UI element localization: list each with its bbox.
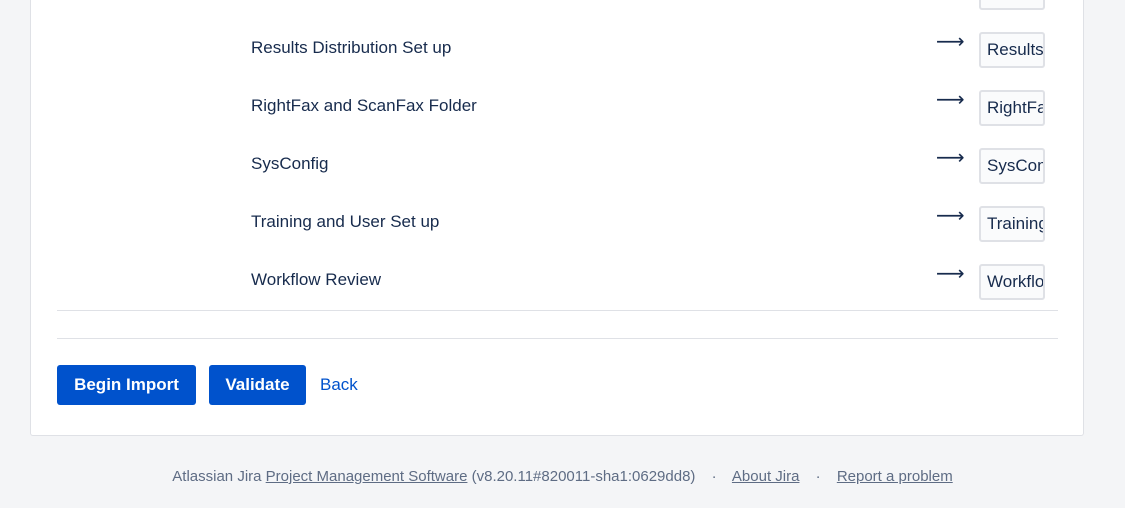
- mapping-target-input[interactable]: [981, 34, 1043, 66]
- section-divider: [57, 338, 1058, 339]
- mapping-target-field-wrapper: [979, 264, 1045, 300]
- page-footer: Atlassian Jira Project Management Softwa…: [0, 468, 1125, 485]
- previous-mapping-field[interactable]: [979, 0, 1045, 10]
- arrow-right-icon: ⟶: [936, 205, 965, 227]
- mapping-target-field-wrapper: [979, 90, 1045, 126]
- mapping-row: RightFax and ScanFax Folder ⟶: [31, 90, 1083, 130]
- mapping-row: Workflow Review ⟶: [31, 264, 1083, 304]
- arrow-right-icon: ⟶: [936, 147, 965, 169]
- footer-prefix: Atlassian Jira: [172, 468, 262, 485]
- arrow-right-icon: ⟶: [936, 89, 965, 111]
- back-link[interactable]: Back: [320, 375, 358, 395]
- section-divider: [57, 310, 1058, 311]
- begin-import-button[interactable]: Begin Import: [57, 365, 196, 405]
- mapping-source-label: Workflow Review: [251, 270, 382, 289]
- mapping-target-field-wrapper: [979, 32, 1045, 68]
- footer-separator: ·: [711, 468, 717, 485]
- product-link[interactable]: Project Management Software: [266, 468, 468, 485]
- arrow-right-icon: ⟶: [936, 263, 965, 285]
- validate-button[interactable]: Validate: [209, 365, 306, 405]
- mapping-source-label: RightFax and ScanFax Folder: [251, 96, 477, 115]
- mapping-target-input[interactable]: [981, 92, 1043, 124]
- import-mapping-panel: Results Distribution Set up ⟶ RightFax a…: [30, 0, 1084, 436]
- about-jira-link[interactable]: About Jira: [732, 468, 800, 485]
- arrow-right-icon: ⟶: [936, 31, 965, 53]
- mapping-target-field-wrapper: [979, 148, 1045, 184]
- mapping-target-field-wrapper: [979, 206, 1045, 242]
- mapping-target-input[interactable]: [981, 208, 1043, 240]
- footer-version: (v8.20.11#820011-sha1:0629dd8): [471, 468, 696, 485]
- footer-separator: ·: [815, 468, 821, 485]
- mapping-target-input[interactable]: [981, 266, 1043, 298]
- mapping-source-label: Training and User Set up: [251, 212, 440, 231]
- mapping-row: Results Distribution Set up ⟶: [31, 32, 1083, 72]
- report-problem-link[interactable]: Report a problem: [837, 468, 953, 485]
- mapping-source-label: Results Distribution Set up: [251, 38, 452, 57]
- mapping-row: SysConfig ⟶: [31, 148, 1083, 188]
- mapping-target-input[interactable]: [981, 150, 1043, 182]
- mapping-row: Training and User Set up ⟶: [31, 206, 1083, 246]
- mapping-source-label: SysConfig: [251, 154, 329, 173]
